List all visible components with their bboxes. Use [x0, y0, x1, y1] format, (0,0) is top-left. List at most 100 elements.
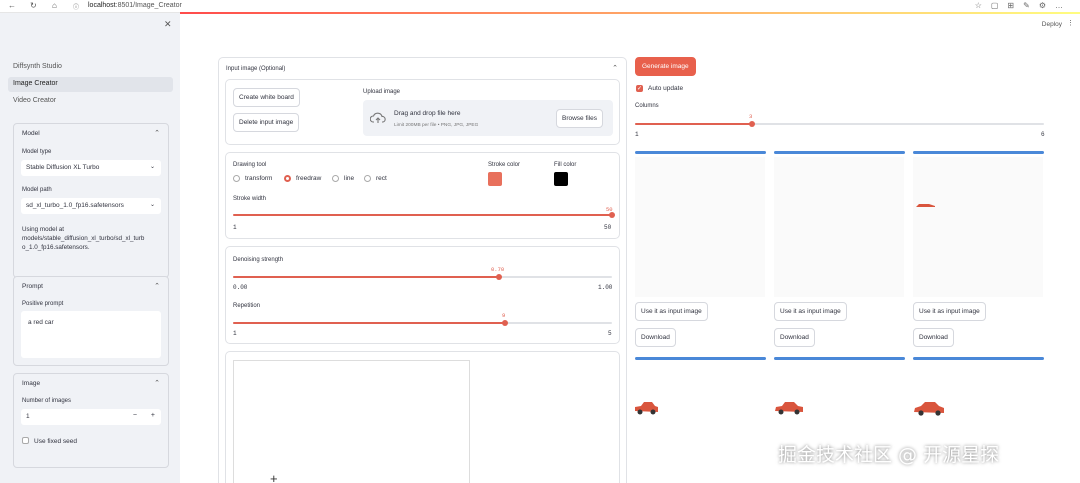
fill-color-picker[interactable]: [554, 172, 568, 186]
nav-image-creator[interactable]: Image Creator: [8, 77, 173, 92]
delete-input-image-button[interactable]: Delete input image: [233, 113, 300, 132]
repetition-label: Repetition: [233, 303, 261, 309]
model-type-select[interactable]: Stable Diffusion XL Turbo ⌄: [21, 160, 161, 176]
progress-bar: [635, 357, 766, 360]
positive-prompt-label: Positive prompt: [22, 301, 64, 307]
chevron-up-icon[interactable]: ⌃: [154, 379, 160, 387]
denoising-max: 1.00: [598, 284, 613, 291]
model-section: Model ⌃ Model type Stable Diffusion XL T…: [13, 123, 169, 278]
red-car-image: [914, 402, 944, 416]
cloud-upload-icon: [370, 112, 386, 123]
red-car-image: [635, 402, 658, 415]
model-header: Model: [22, 130, 40, 137]
watermark-text: 掘金技术社区 @ 开源星探: [778, 444, 1000, 466]
progress-bar: [774, 151, 905, 154]
generate-image-button[interactable]: Generate image: [635, 57, 696, 76]
radio-freedraw[interactable]: [284, 175, 291, 182]
auto-update-checkbox[interactable]: ✓: [636, 85, 643, 92]
download-button[interactable]: Download: [913, 328, 954, 347]
radio-transform[interactable]: [233, 175, 240, 182]
columns-min: 1: [635, 131, 639, 138]
number-of-images-label: Number of images: [22, 398, 72, 404]
prompt-header: Prompt: [22, 283, 43, 290]
generated-image: [774, 157, 904, 297]
info-icon: ⓘ: [73, 5, 80, 11]
increment-button[interactable]: +: [151, 412, 155, 419]
auto-update-label: Auto update: [648, 85, 684, 92]
generated-image: [635, 157, 765, 297]
columns-value: 3: [749, 113, 753, 120]
browser-toolbar-icons[interactable]: ☆▢⊞✎⚙…: [975, 1, 1072, 10]
image-header: Image: [22, 380, 41, 387]
radio-rect[interactable]: [364, 175, 371, 182]
denoising-card: Denoising strength 0.70 0.00 1.00 Repeti…: [225, 246, 620, 344]
chevron-up-icon[interactable]: ⌃: [612, 64, 618, 72]
prompt-section: Prompt ⌃ Positive prompt a red car: [13, 276, 169, 366]
drawing-tool-label: Drawing tool: [233, 162, 267, 168]
drawing-canvas[interactable]: +: [233, 360, 470, 483]
nav-video-creator[interactable]: Video Creator: [8, 94, 173, 109]
use-as-input-button[interactable]: Use it as input image: [913, 302, 986, 321]
fixed-seed-checkbox[interactable]: [22, 437, 29, 444]
home-icon[interactable]: ⌂: [52, 1, 57, 10]
radio-line-label: line: [344, 175, 355, 182]
radio-freedraw-label: freedraw: [296, 175, 322, 182]
canvas-card: +: [225, 351, 620, 483]
radio-rect-label: rect: [376, 175, 387, 182]
browse-files-button[interactable]: Browse files: [556, 109, 604, 128]
progress-bar: [774, 357, 905, 360]
main-menu-icon[interactable]: ⋮: [1067, 19, 1074, 27]
header-decoration: [180, 12, 1080, 14]
columns-thumb[interactable]: [749, 121, 755, 127]
use-as-input-button[interactable]: Use it as input image: [635, 302, 708, 321]
repetition-value: 9: [502, 312, 506, 319]
progress-bar: [635, 151, 766, 154]
number-of-images-stepper[interactable]: 1 − +: [21, 409, 161, 425]
stroke-width-label: Stroke width: [233, 196, 267, 202]
file-dropzone[interactable]: Drag and drop file here Limit 200MB per …: [363, 100, 613, 136]
denoising-strength-label: Denoising strength: [233, 257, 284, 263]
chevron-up-icon[interactable]: ⌃: [154, 282, 160, 290]
download-button[interactable]: Download: [635, 328, 676, 347]
reload-icon[interactable]: ↻: [30, 1, 37, 10]
deploy-button[interactable]: Deploy: [1042, 21, 1062, 28]
drag-drop-text: Drag and drop file here: [394, 110, 461, 117]
stroke-width-thumb[interactable]: [609, 212, 615, 218]
stroke-color-label: Stroke color: [488, 162, 521, 168]
create-white-board-button[interactable]: Create white board: [233, 88, 300, 107]
generated-image: [913, 157, 1043, 297]
address-bar[interactable]: localhost:8501/Image_Creator: [88, 2, 182, 9]
stroke-width-track[interactable]: [233, 214, 612, 216]
columns-label: Columns: [635, 103, 659, 109]
radio-transform-label: transform: [245, 175, 273, 182]
upload-image-label: Upload image: [363, 89, 401, 95]
close-sidebar-icon[interactable]: ✕: [164, 19, 172, 30]
decrement-button[interactable]: −: [133, 412, 137, 419]
repetition-thumb[interactable]: [502, 320, 508, 326]
model-path-label: Model path: [22, 187, 52, 193]
sidebar: ✕ Diffsynth Studio Image Creator Video C…: [0, 13, 180, 483]
denoising-thumb[interactable]: [496, 274, 502, 280]
columns-fill: [635, 123, 752, 125]
repetition-max: 5: [608, 330, 612, 337]
chevron-up-icon[interactable]: ⌃: [154, 129, 160, 137]
drawing-tool-card: Drawing tool transform freedraw line rec…: [225, 152, 620, 239]
columns-max: 6: [1041, 131, 1045, 138]
positive-prompt-input[interactable]: a red car: [21, 311, 161, 358]
nav-diffsynth-studio[interactable]: Diffsynth Studio: [8, 60, 173, 75]
input-image-header[interactable]: Input image (Optional): [226, 66, 285, 72]
model-path-info: Using model at models/stable_diffusion_x…: [22, 226, 145, 251]
fixed-seed-label: Use fixed seed: [34, 438, 77, 445]
progress-bar: [913, 151, 1044, 154]
upload-limit-text: Limit 200MB per file • PNG, JPG, JPEG: [394, 123, 479, 128]
download-button[interactable]: Download: [774, 328, 815, 347]
model-path-select[interactable]: sd_xl_turbo_1.0_fp16.safetensors ⌄: [21, 198, 161, 214]
stroke-color-picker[interactable]: [488, 172, 502, 186]
use-as-input-button[interactable]: Use it as input image: [774, 302, 847, 321]
radio-line[interactable]: [332, 175, 339, 182]
progress-bar: [913, 357, 1044, 360]
model-type-label: Model type: [22, 149, 52, 155]
stroke-width-max: 50: [604, 224, 612, 231]
back-icon[interactable]: ←: [8, 1, 16, 10]
fill-color-label: Fill color: [554, 162, 577, 168]
